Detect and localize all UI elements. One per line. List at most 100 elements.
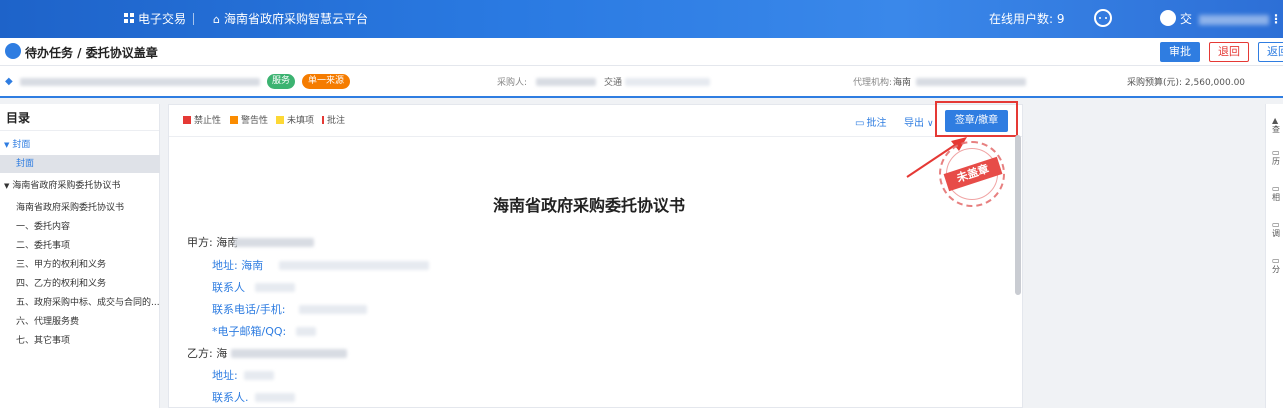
more-icon[interactable]: ⋮ [1270,0,1282,38]
toc-item[interactable]: 三、甲方的权利和义务 [0,256,160,274]
buyer-suffix: 交通 [604,78,623,88]
buyer-name-redacted [536,78,596,86]
contact-a-redacted [255,283,295,292]
export-dropdown[interactable]: 导出 ∨ [904,114,934,129]
phone-a[interactable]: 联系电话/手机: [212,302,285,318]
tool-label: 查 [1272,125,1280,134]
page-header: 待办任务 / 委托协议盖章 审批 退回 返回 [0,38,1283,66]
field-label: 联系人 [212,281,245,294]
user-menu[interactable]: 交 [1160,0,1269,38]
export-label: 导出 [904,118,924,129]
agency-label: 代理机构: [853,78,893,88]
toc-label: 封面 [12,140,31,150]
legend-prohibited: 禁止性 [183,115,221,127]
module-label: 电子交易 [138,12,187,26]
address-b-redacted [244,371,274,380]
online-users: 在线用户数: 9 [989,12,1065,26]
grid-icon [124,13,134,23]
chat-icon[interactable] [1094,0,1112,38]
sign-seal-button[interactable]: 签章/撤章 [945,110,1008,132]
phone-a-redacted [299,305,367,314]
contact-b-redacted [255,393,295,402]
project-name-redacted [20,78,260,86]
tool-icon: ▭ [1272,148,1280,157]
back-button[interactable]: 返回 [1258,42,1283,62]
toc-label: 海南省政府采购委托协议书 [12,181,121,191]
tool-item[interactable]: ▭ 相 [1272,184,1280,202]
module-menu[interactable]: 电子交易 [124,0,186,38]
field-label: 联系电话/手机: [212,303,286,316]
toc-label: 四、乙方的权利和义务 [16,279,107,289]
field-label: 地址: [212,369,238,382]
agency-name-redacted [916,78,1026,86]
tag-service: 服务 [267,74,296,89]
toc-item[interactable]: 五、政府采购中标、成交与合同的... [0,294,160,312]
legend-warning: 警告性 [230,115,268,127]
tool-label: 调 [1272,229,1280,238]
party-a: 甲方: 海南 [187,235,238,251]
party-b: 乙方: 海 [187,346,227,362]
field-label: 甲方: [187,236,213,249]
approve-button[interactable]: 审批 [1160,42,1200,62]
tool-item[interactable]: ▭ 历 [1272,148,1280,166]
comment-icon: ▭ [855,118,865,129]
tool-icon: ▭ [1272,184,1280,193]
caret-down-icon: ▼ [4,182,10,190]
toc-item[interactable]: 六、代理服务费 [0,313,160,331]
field-label: 联系人. [212,391,249,404]
document-title: 海南省政府采购委托协议书 [492,196,685,215]
toc-item[interactable]: 一、委托内容 [0,218,160,236]
project-info-bar: ◆ 服务 单一来源 采购人: 交通 代理机构: 海南 采购预算(元): 2,56… [0,66,1283,98]
address-b[interactable]: 地址: [212,368,238,384]
toc-label: 六、代理服务费 [16,317,80,327]
email-a[interactable]: *电子邮箱/QQ: [212,324,286,340]
legend-unfilled: 未填项 [276,115,314,127]
field-value: 海 [216,347,228,360]
home-icon: ⌂ [213,13,220,26]
document-viewer: 禁止性 警告性 未填项 批注 ▭ 批注 导出 ∨ 签章/撤章 未盖章 海南省政府采购… [168,101,1023,408]
document-toolbar: 禁止性 警告性 未填项 批注 ▭ 批注 导出 ∨ 签章/撤章 [169,101,1022,137]
toc-item[interactable]: 四、乙方的权利和义务 [0,275,160,293]
tool-item[interactable]: ▭ 调 [1272,220,1280,238]
legend-swatch [276,115,284,124]
toc-item-cover[interactable]: 封面 [0,155,160,173]
tool-item[interactable]: ▭ 分 [1272,256,1280,274]
legend-label: 未填项 [287,116,315,126]
platform-label: 海南省政府采购智慧云平台 [223,12,368,26]
tool-item[interactable]: ▲ 查 [1272,116,1280,134]
toc-item[interactable]: 七、其它事项 [0,332,160,350]
field-label: 乙方: [187,347,213,360]
toc-item[interactable]: 海南省政府采购委托协议书 [0,199,160,217]
toc-label: 二、委托事项 [16,241,71,251]
tool-label: 历 [1272,157,1280,166]
tool-icon: ▲ [1272,116,1279,125]
party-a-redacted [234,238,314,247]
tool-icon: ▭ [1272,256,1280,265]
address-a[interactable]: 地址: 海南 [212,258,263,274]
legend-comment: 批注 [322,115,345,127]
email-a-redacted [296,327,316,336]
toc-group-agreement[interactable]: ▼ 海南省政府采购委托协议书 [0,177,160,195]
toc-label: 封面 [16,159,35,169]
legend-swatch [183,115,191,124]
contact-b[interactable]: 联系人. [212,390,249,406]
comment-button[interactable]: ▭ 批注 [855,114,886,129]
platform-home-link[interactable]: ⌂ 海南省政府采购智慧云平台 [213,0,368,38]
toc-group-cover[interactable]: ▼ 封面 [0,136,160,154]
field-value: 海南 [241,259,264,272]
divider [193,13,194,25]
address-a-redacted [279,261,429,270]
right-tool-strip: ▲ 查 ▭ 历 ▭ 相 ▭ 调 ▭ 分 [1265,104,1283,408]
toc-label: 三、甲方的权利和义务 [16,260,107,270]
legend-swatch [322,115,324,124]
contact-a[interactable]: 联系人 [212,280,245,296]
toc-label: 七、其它事项 [16,336,71,346]
field-label: *电子邮箱/QQ: [212,325,287,338]
document-scrollbar[interactable] [1015,135,1021,295]
return-button[interactable]: 退回 [1209,42,1249,62]
right-empty-area [1030,104,1265,408]
caret-down-icon: ▼ [4,141,10,149]
toc-item[interactable]: 二、委托事项 [0,237,160,255]
tool-icon: ▭ [1272,220,1280,229]
tool-label: 相 [1272,193,1280,202]
